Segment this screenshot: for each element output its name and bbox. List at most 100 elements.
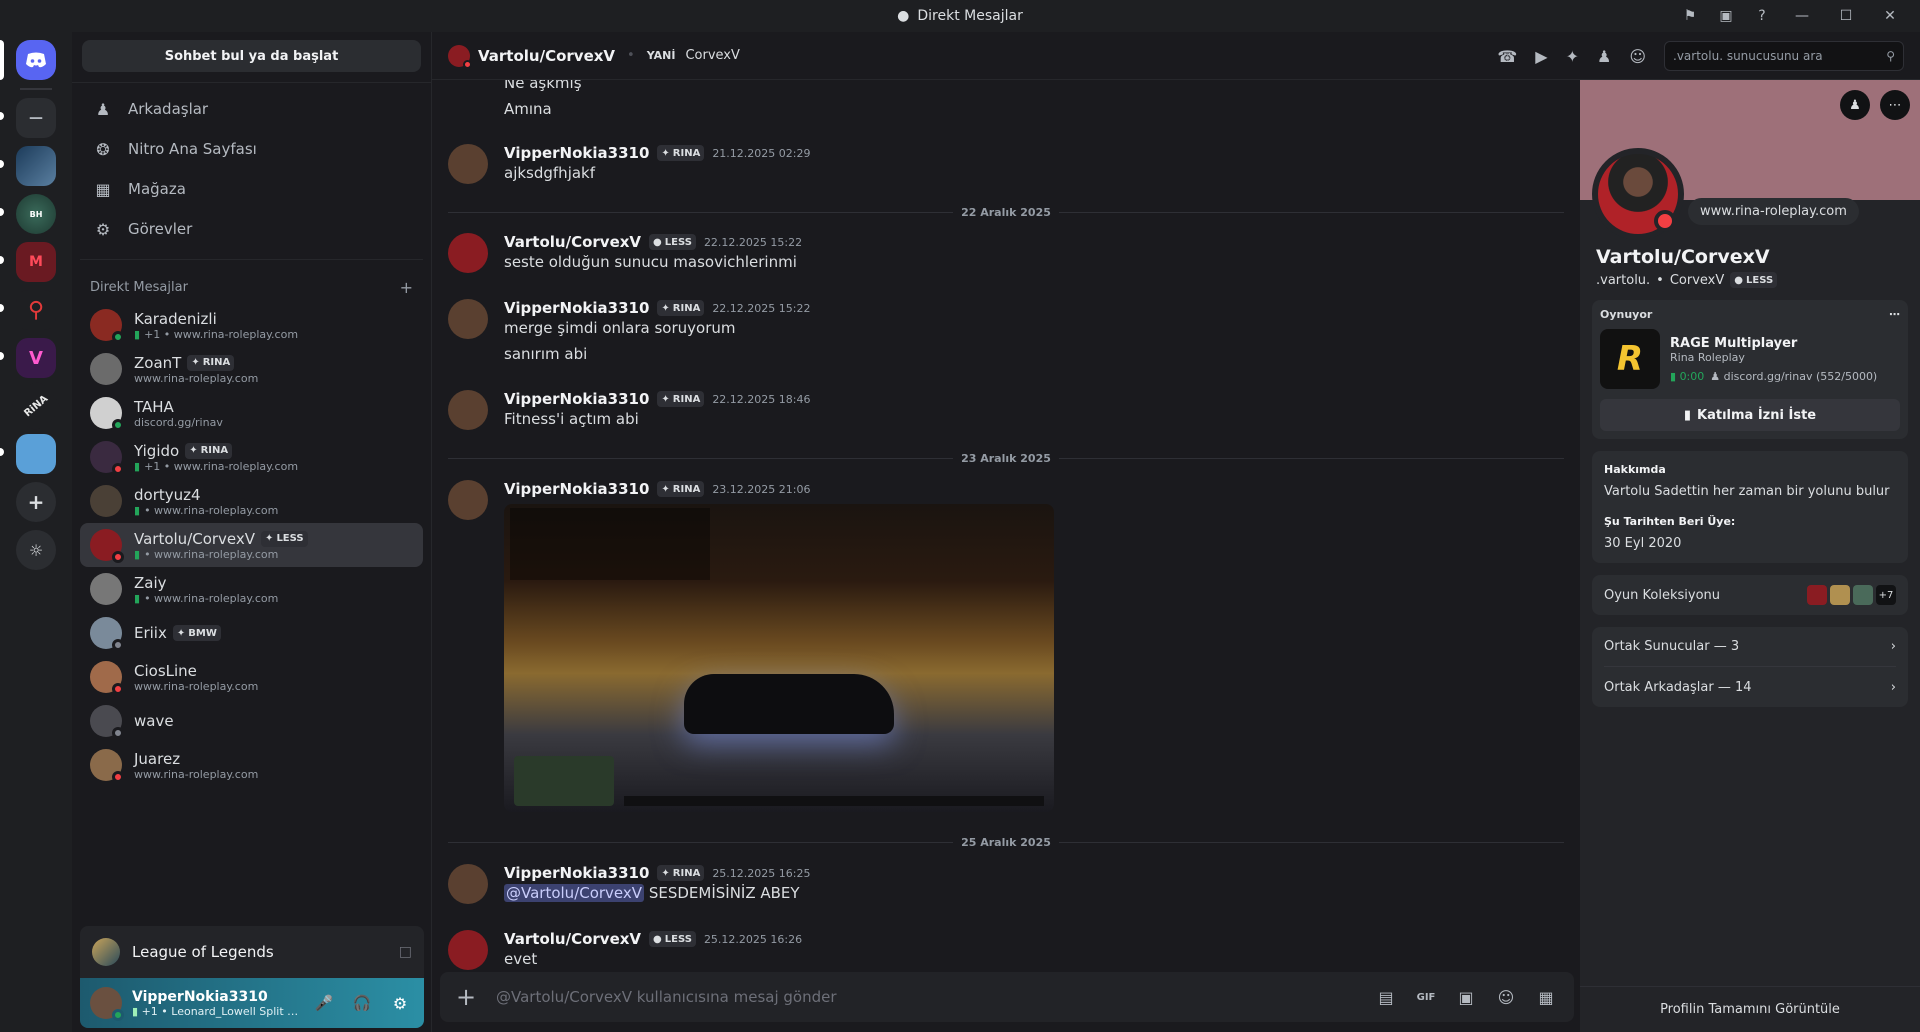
- help-icon[interactable]: ?: [1744, 0, 1780, 32]
- date-divider: 23 Aralık 2025: [448, 451, 1564, 465]
- avatar[interactable]: [448, 299, 488, 339]
- gift-icon[interactable]: ▤: [1374, 988, 1398, 1007]
- avatar: [90, 661, 124, 695]
- add-friends-to-dm-icon[interactable]: ♟: [1597, 47, 1611, 66]
- message-author[interactable]: Vartolu/CorvexV: [504, 930, 641, 948]
- dm-item[interactable]: Juarez www.rina-roleplay.com: [80, 743, 423, 787]
- message-author[interactable]: VipperNokia3310: [504, 480, 649, 498]
- gamepad-icon: ▮: [134, 547, 141, 561]
- profile-username[interactable]: .vartolu.: [1596, 273, 1650, 288]
- dm-item[interactable]: CiosLine www.rina-roleplay.com: [80, 655, 423, 699]
- message-text: seste olduğun sunucu masovichlerinmi: [504, 253, 797, 271]
- home-button[interactable]: [0, 40, 56, 80]
- sticker-icon[interactable]: ▣: [1454, 988, 1478, 1007]
- user-profile-icon[interactable]: ☺: [1629, 47, 1646, 66]
- image-attachment[interactable]: [504, 504, 1054, 812]
- avatar[interactable]: [448, 480, 488, 520]
- settings-gear-icon[interactable]: ⚙: [386, 994, 414, 1013]
- server-icon[interactable]: M: [0, 242, 56, 282]
- user-mention[interactable]: @Vartolu/CorvexV: [504, 884, 645, 902]
- add-server-icon[interactable]: +: [16, 482, 56, 522]
- maximize-button[interactable]: ☐: [1824, 0, 1868, 32]
- message-author[interactable]: Vartolu/CorvexV: [504, 233, 641, 251]
- avatar[interactable]: [448, 930, 488, 970]
- dm-item[interactable]: Zaiy ▮ • www.rina-roleplay.com: [80, 567, 423, 611]
- clan-tag-text: BMW: [188, 627, 217, 639]
- activity-panel: League of Legends □: [80, 926, 424, 978]
- message-text-body: SESDEMİSİNİZ ABEY: [648, 884, 800, 902]
- game-collection-row[interactable]: Oyun Koleksiyonu +7: [1592, 575, 1908, 615]
- emoji-icon[interactable]: ☺: [1494, 988, 1518, 1007]
- screen-share-icon[interactable]: □: [399, 944, 412, 960]
- avatar[interactable]: [448, 144, 488, 184]
- search-input[interactable]: .vartolu. sunucusunu ara ⚲: [1664, 41, 1904, 71]
- message-author[interactable]: VipperNokia3310: [504, 864, 649, 882]
- dm-item[interactable]: Yigido ✦ RINA ▮ +1 • www.rina-roleplay.com: [80, 435, 423, 479]
- pinned-messages-icon[interactable]: ✦: [1566, 47, 1579, 66]
- dm-item[interactable]: TAHA discord.gg/rinav: [80, 391, 423, 435]
- game-time-text: 0:00: [1679, 369, 1705, 383]
- voice-call-icon[interactable]: ☎: [1497, 47, 1517, 66]
- gif-icon[interactable]: GIF: [1414, 992, 1438, 1003]
- timestamp: 25.12.2025 16:26: [703, 932, 803, 946]
- map-pin-server-icon[interactable]: ⚲: [0, 290, 56, 330]
- server-icon[interactable]: RiNA: [7, 377, 65, 435]
- inbox-flag-icon[interactable]: ⚑: [1672, 0, 1708, 32]
- clan-tag: ✦ RINA: [657, 300, 705, 316]
- header-user-name[interactable]: Vartolu/CorvexV: [478, 47, 615, 65]
- nav-shop[interactable]: ▦ Mağaza: [80, 169, 423, 209]
- dm-activity: +1 • www.rina-roleplay.com: [144, 327, 299, 341]
- more-options-icon[interactable]: ⋯: [1880, 90, 1910, 120]
- avatar[interactable]: [448, 44, 472, 69]
- apps-icon[interactable]: ▦: [1534, 988, 1558, 1007]
- mutual-servers-row[interactable]: Ortak Sunucular — 3 ›: [1604, 627, 1896, 667]
- attach-plus-icon[interactable]: +: [456, 983, 480, 1011]
- server-folder[interactable]: —: [0, 98, 56, 138]
- avatar[interactable]: [90, 987, 124, 1021]
- chat-header: Vartolu/CorvexV • YANİ CorvexV ☎ ▶ ✦ ♟ ☺…: [432, 32, 1920, 80]
- dm-item[interactable]: wave: [80, 699, 423, 743]
- view-full-profile-button[interactable]: Profilin Tamamını Görüntüle: [1580, 986, 1920, 1032]
- nav-nitro[interactable]: ❂ Nitro Ana Sayfası: [80, 129, 423, 169]
- message-text: Ne aşkmış: [504, 80, 582, 92]
- activity-more-icon[interactable]: ⋯: [1889, 308, 1900, 321]
- find-conversation-button[interactable]: Sohbet bul ya da başlat: [82, 40, 421, 72]
- server-icon[interactable]: [0, 146, 56, 186]
- minimize-button[interactable]: —: [1780, 0, 1824, 32]
- ask-to-join-button[interactable]: ▮ Katılma İzni İste: [1600, 399, 1900, 431]
- server-icon[interactable]: V: [0, 338, 56, 378]
- profile-pronoun: CorvexV: [1669, 272, 1725, 288]
- nav-friends[interactable]: ♟ Arkadaşlar: [80, 89, 423, 129]
- message-author[interactable]: VipperNokia3310: [504, 390, 649, 408]
- profile-avatar[interactable]: [1592, 148, 1684, 240]
- avatar[interactable]: [448, 390, 488, 430]
- video-call-icon[interactable]: ▶: [1535, 47, 1547, 66]
- nav-quests[interactable]: ⚙ Görevler: [80, 209, 423, 249]
- add-friend-icon[interactable]: ♟: [1840, 90, 1870, 120]
- dm-item[interactable]: Karadenizli ▮ +1 • www.rina-roleplay.com: [80, 303, 423, 347]
- dm-item[interactable]: ZoanT ✦ RINA www.rina-roleplay.com: [80, 347, 423, 391]
- dm-item[interactable]: Vartolu/CorvexV ✦ LESS ▮ • www.rina-rolepla…: [80, 523, 423, 567]
- screen-icon[interactable]: ▣: [1708, 0, 1744, 32]
- dm-item[interactable]: dortyuz4 ▮ • www.rina-roleplay.com: [80, 479, 423, 523]
- avatar[interactable]: [448, 864, 488, 904]
- message-input[interactable]: @Vartolu/CorvexV kullanıcısına mesaj gön…: [496, 988, 1358, 1006]
- discover-icon[interactable]: ☼: [16, 530, 56, 570]
- activity-game-name: League of Legends: [132, 943, 274, 961]
- close-button[interactable]: ✕: [1868, 0, 1912, 32]
- mutual-friends-row[interactable]: Ortak Arkadaşlar — 14 ›: [1604, 667, 1896, 707]
- microphone-icon[interactable]: 🎤: [310, 994, 338, 1012]
- headphones-icon[interactable]: 🎧: [348, 994, 376, 1012]
- avatar[interactable]: [448, 233, 488, 273]
- ask-to-join-label: Katılma İzni İste: [1697, 407, 1817, 423]
- server-icon[interactable]: BH: [0, 194, 56, 234]
- clan-tag: ✦ RINA: [657, 145, 705, 161]
- message-author[interactable]: VipperNokia3310: [504, 144, 649, 162]
- about-card: Hakkımda Vartolu Sadettin her zaman bir …: [1592, 451, 1908, 563]
- dm-item[interactable]: Eriix ✦ BMW: [80, 611, 423, 655]
- create-dm-icon[interactable]: +: [400, 278, 413, 297]
- message-author[interactable]: VipperNokia3310: [504, 299, 649, 317]
- aka-label: YANİ: [646, 49, 676, 62]
- gamepad-icon: ▮: [1683, 407, 1692, 423]
- server-icon[interactable]: [0, 434, 56, 474]
